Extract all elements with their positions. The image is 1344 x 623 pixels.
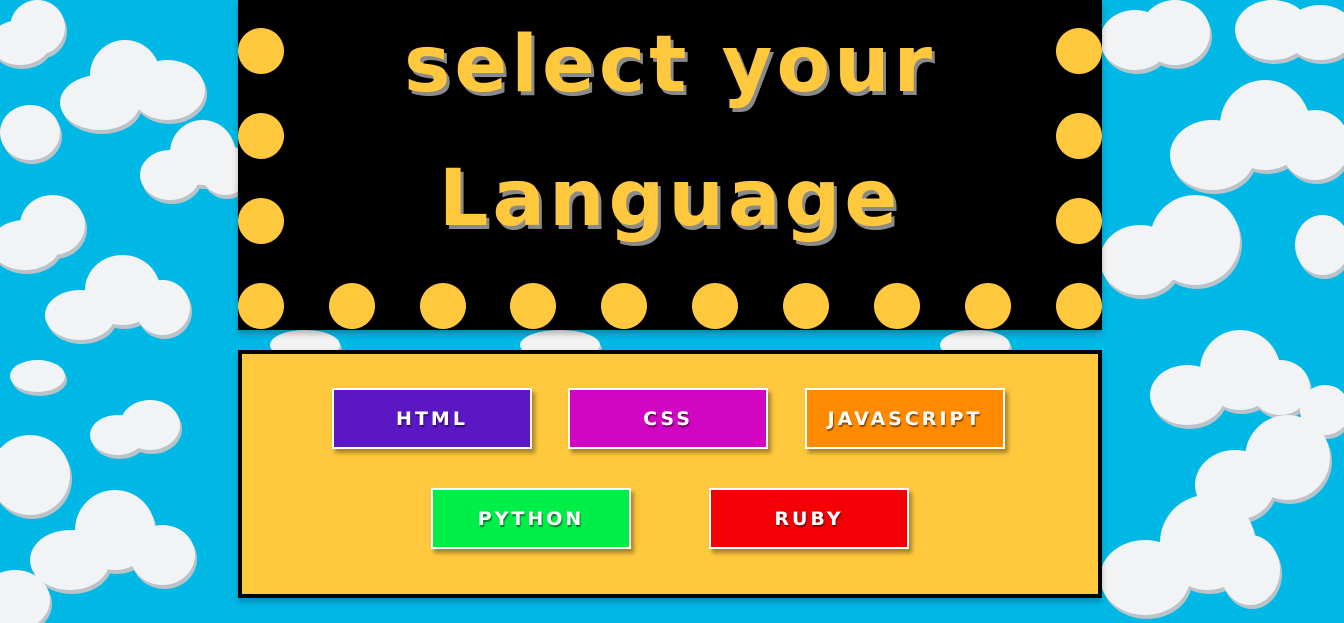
- cloud-decoration: [140, 120, 250, 210]
- marquee-bulb: [329, 283, 375, 329]
- marquee-bulb: [692, 283, 738, 329]
- marquee-bulb: [238, 28, 284, 74]
- marquee-bulb: [1056, 113, 1102, 159]
- marquee-bulb: [1056, 28, 1102, 74]
- marquee-bulb: [874, 283, 920, 329]
- marquee-bulb: [238, 198, 284, 244]
- cloud-decoration: [1100, 0, 1220, 80]
- marquee-bulb: [1056, 283, 1102, 329]
- html-button[interactable]: HTML: [332, 388, 532, 449]
- cloud-decoration: [1100, 195, 1250, 305]
- page-title-line1: select your: [403, 20, 937, 110]
- javascript-button[interactable]: JAVASCRIPT: [805, 388, 1005, 449]
- cloud-decoration: [1170, 80, 1344, 200]
- cloud-decoration: [0, 560, 60, 623]
- cloud-decoration: [90, 400, 190, 460]
- language-button-panel: HTML CSS JAVASCRIPT PYTHON RUBY: [238, 350, 1102, 598]
- marquee-bulb: [965, 283, 1011, 329]
- cloud-decoration: [45, 255, 195, 345]
- marquee-header: select your Language: [238, 0, 1102, 330]
- cloud-decoration: [1100, 495, 1280, 623]
- cloud-decoration: [1235, 0, 1344, 70]
- marquee-bulb: [510, 283, 556, 329]
- marquee-bulb: [238, 283, 284, 329]
- marquee-bulb: [601, 283, 647, 329]
- page-title-line2: Language: [438, 154, 902, 244]
- marquee-bulb: [420, 283, 466, 329]
- marquee-bulb: [238, 113, 284, 159]
- cloud-decoration: [10, 355, 70, 395]
- python-button[interactable]: PYTHON: [431, 488, 631, 549]
- marquee-bulb: [783, 283, 829, 329]
- cloud-decoration: [1295, 205, 1344, 285]
- cloud-decoration: [0, 95, 70, 165]
- ruby-button[interactable]: RUBY: [709, 488, 909, 549]
- css-button[interactable]: CSS: [568, 388, 768, 449]
- marquee-bulb: [1056, 198, 1102, 244]
